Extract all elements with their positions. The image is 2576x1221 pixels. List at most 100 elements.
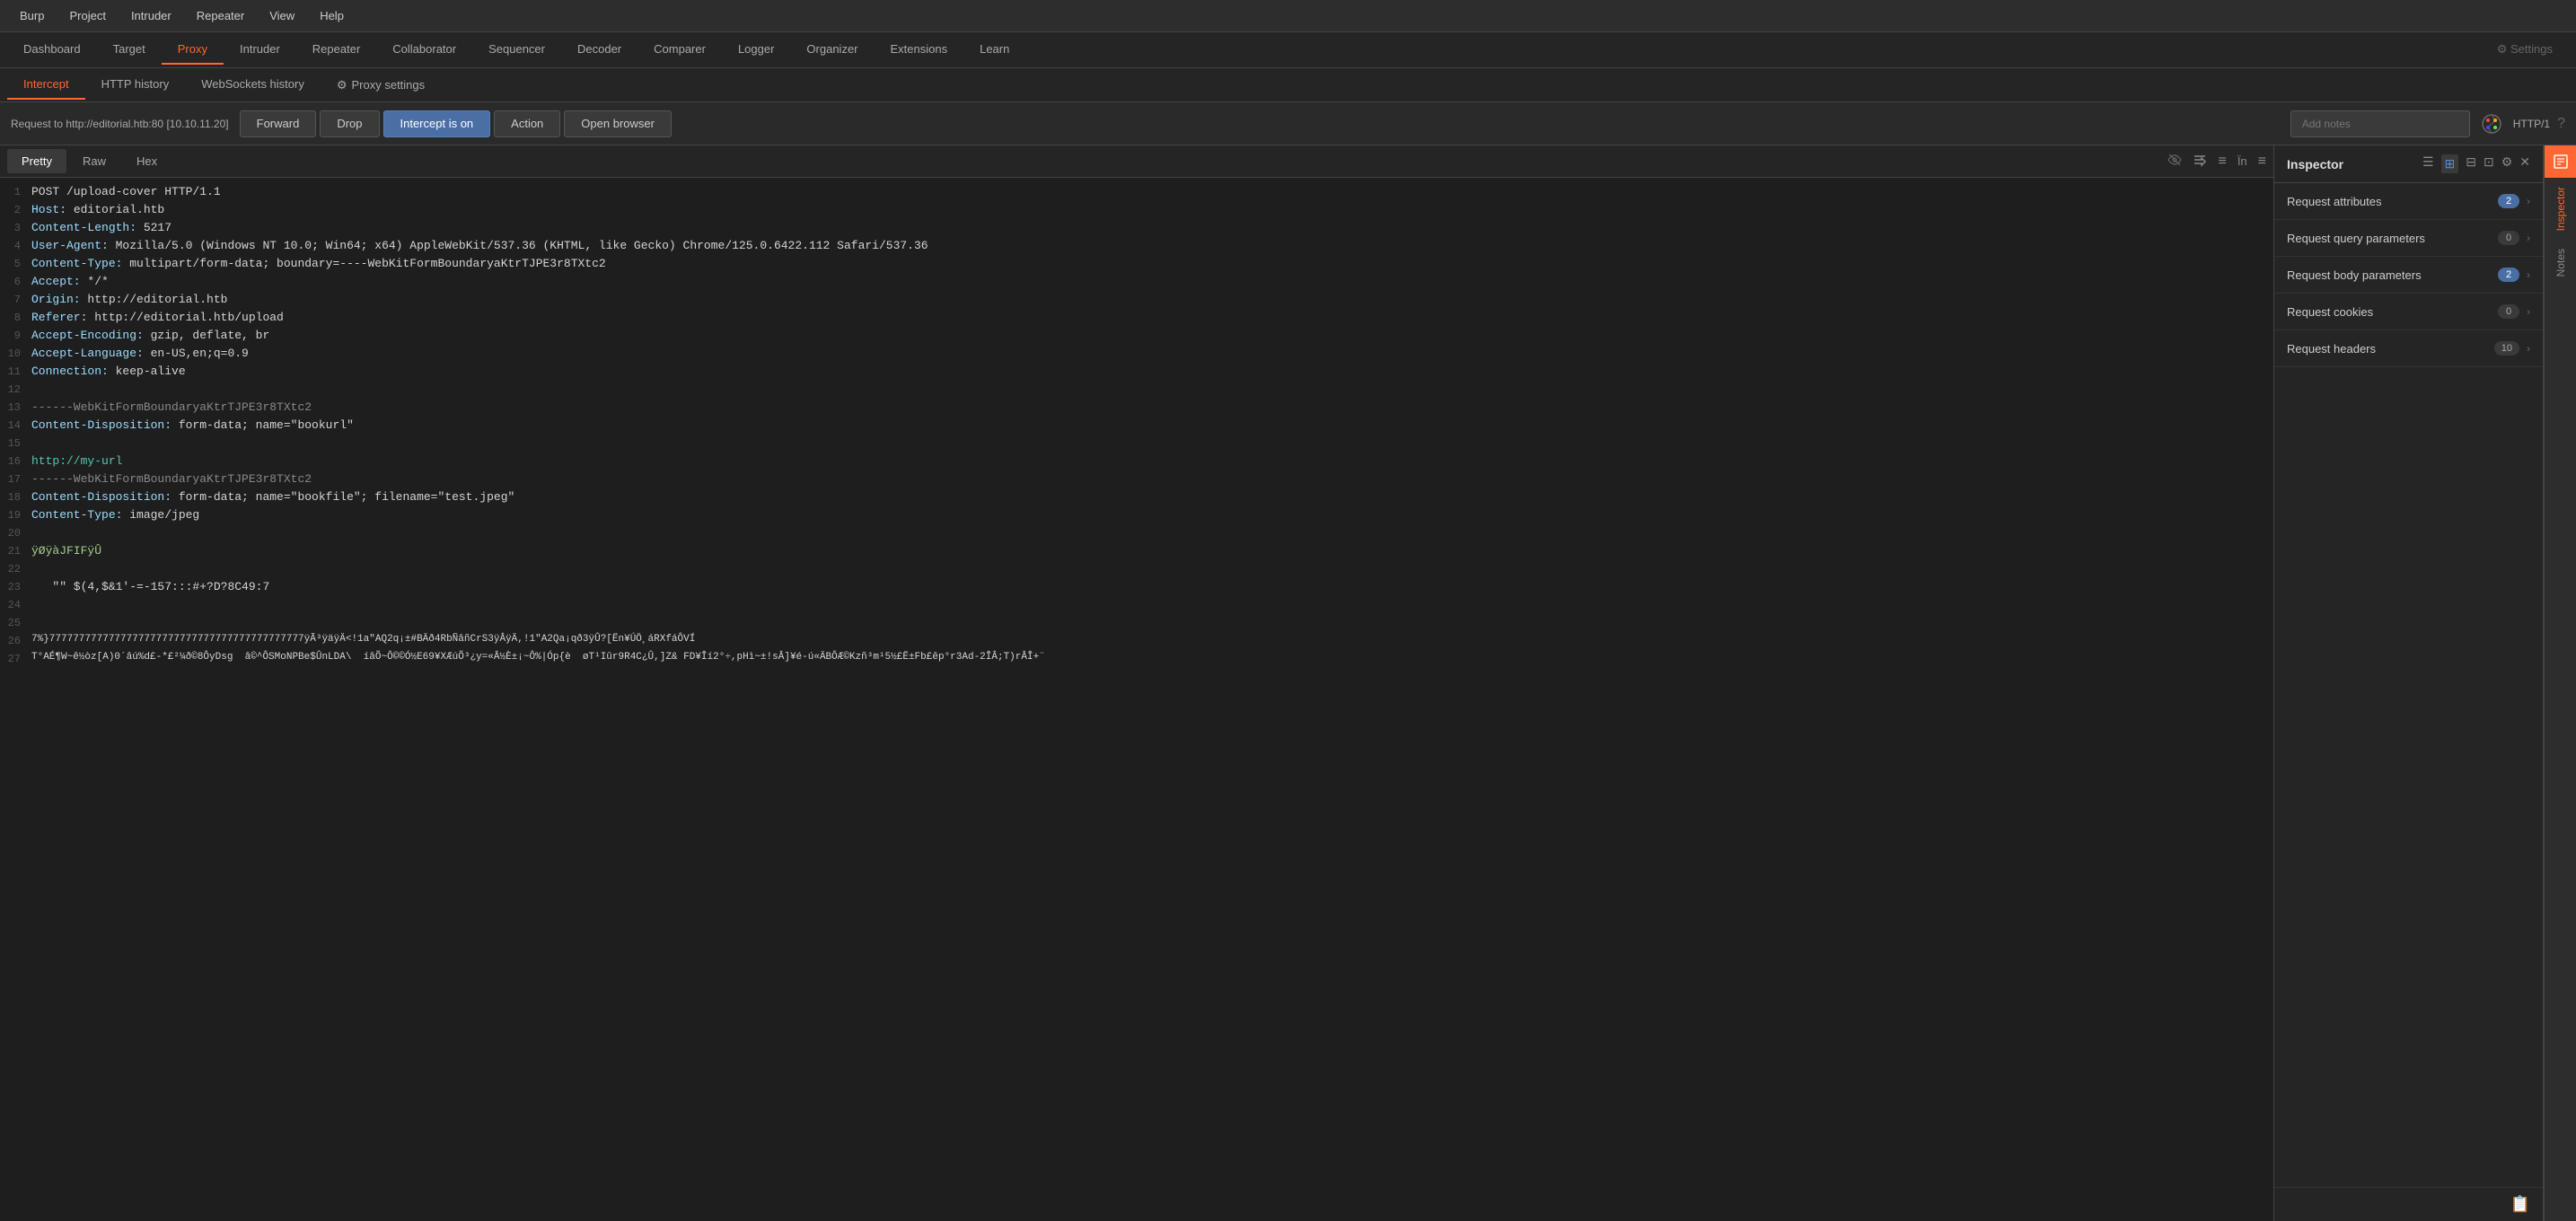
grid-view-icon[interactable]: ⊞ <box>2441 154 2459 173</box>
menu-help[interactable]: Help <box>307 5 356 26</box>
section-count-request-attributes: 2 <box>2498 194 2519 208</box>
code-line-13: 13 ------WebKitFormBoundaryaKtrTJPE3r8TX… <box>0 400 2273 418</box>
columns-icon[interactable]: ⊟ <box>2466 154 2476 173</box>
settings-label: Settings <box>2510 42 2553 56</box>
menu-burp[interactable]: Burp <box>7 5 57 26</box>
more-icon[interactable]: ≡ <box>2258 154 2266 170</box>
menu-repeater[interactable]: Repeater <box>184 5 257 26</box>
chevron-down-icon-4: › <box>2527 342 2530 355</box>
editor-area: Pretty Raw Hex ≡ Ïn ≡ 1 POST /uploa <box>0 145 2274 1221</box>
main-area: Pretty Raw Hex ≡ Ïn ≡ 1 POST /uploa <box>0 145 2576 1221</box>
proxy-settings-label: Proxy settings <box>352 78 426 92</box>
code-line-4: 4 User-Agent: Mozilla/5.0 (Windows NT 10… <box>0 239 2273 257</box>
inspector-close-icon[interactable]: ✕ <box>2519 154 2530 173</box>
editor-tab-group: Pretty Raw Hex <box>7 149 171 173</box>
section-label-body-params: Request body parameters <box>2287 268 2498 282</box>
settings-icon-area[interactable]: ⚙ Settings <box>2481 35 2569 66</box>
code-line-16: 16 http://my-url <box>0 454 2273 472</box>
proxy-settings-tab[interactable]: ⚙ Proxy settings <box>321 71 441 100</box>
editor-tabs: Pretty Raw Hex ≡ Ïn ≡ <box>0 145 2273 178</box>
code-line-18: 18 Content-Disposition: form-data; name=… <box>0 490 2273 508</box>
code-line-12: 12 <box>0 382 2273 400</box>
open-browser-button[interactable]: Open browser <box>564 110 672 137</box>
code-line-14: 14 Content-Disposition: form-data; name=… <box>0 418 2273 436</box>
menu-view[interactable]: View <box>257 5 307 26</box>
inspector-header: Inspector ☰ ⊞ ⊟ ⊡ ⚙ ✕ <box>2274 145 2543 183</box>
section-count-body-params: 2 <box>2498 268 2519 282</box>
chevron-down-icon-1: › <box>2527 232 2530 244</box>
notes-sidebar-label[interactable]: Notes <box>2547 240 2574 285</box>
code-line-5: 5 Content-Type: multipart/form-data; bou… <box>0 257 2273 275</box>
inspector-sidebar-label[interactable]: Inspector <box>2547 178 2574 240</box>
wrap-icon[interactable] <box>2193 153 2207 170</box>
tab-decoder[interactable]: Decoder <box>561 35 637 65</box>
main-tab-bar: Dashboard Target Proxy Intruder Repeater… <box>0 32 2576 68</box>
tab-proxy[interactable]: Proxy <box>162 35 224 65</box>
chevron-down-icon-2: › <box>2527 268 2530 281</box>
section-label-cookies: Request cookies <box>2287 305 2498 319</box>
section-label-request-attributes: Request attributes <box>2287 195 2498 208</box>
code-line-22: 22 <box>0 562 2273 580</box>
code-line-25: 25 <box>0 616 2273 634</box>
right-sidebar: Inspector Notes <box>2544 145 2576 1221</box>
inspector-section-query-params[interactable]: Request query parameters 0 › <box>2274 220 2543 257</box>
gear-icon-proxy: ⚙ <box>337 78 347 92</box>
tab-learn[interactable]: Learn <box>963 35 1025 65</box>
inspector-gear-icon[interactable]: ⚙ <box>2501 154 2513 173</box>
tab-intruder[interactable]: Intruder <box>224 35 296 65</box>
tab-sequencer[interactable]: Sequencer <box>472 35 561 65</box>
menu-intruder[interactable]: Intruder <box>119 5 184 26</box>
code-line-9: 9 Accept-Encoding: gzip, deflate, br <box>0 329 2273 347</box>
inspector-section-request-attributes[interactable]: Request attributes 2 › <box>2274 183 2543 220</box>
section-label-query-params: Request query parameters <box>2287 232 2498 245</box>
tab-raw[interactable]: Raw <box>68 149 120 173</box>
inspector-title: Inspector <box>2287 157 2415 171</box>
tab-websockets-history[interactable]: WebSockets history <box>185 70 321 100</box>
code-editor[interactable]: 1 POST /upload-cover HTTP/1.1 2 Host: ed… <box>0 178 2273 1221</box>
tab-collaborator[interactable]: Collaborator <box>376 35 472 65</box>
color-icon-area <box>2481 113 2502 135</box>
help-icon: ? <box>2557 116 2565 132</box>
code-line-19: 19 Content-Type: image/jpeg <box>0 508 2273 526</box>
proxy-tab-bar: Intercept HTTP history WebSockets histor… <box>0 68 2576 102</box>
code-line-10: 10 Accept-Language: en-US,en;q=0.9 <box>0 347 2273 365</box>
tab-pretty[interactable]: Pretty <box>7 149 66 173</box>
tab-logger[interactable]: Logger <box>722 35 790 65</box>
intercept-button[interactable]: Intercept is on <box>383 110 491 137</box>
tab-repeater[interactable]: Repeater <box>296 35 376 65</box>
code-line-27: 27 T°AÉ¶W~ê½òz[A)0´âú%d£-*£²¼ð©8ÔyDsg â©… <box>0 652 2273 670</box>
tab-dashboard[interactable]: Dashboard <box>7 35 97 65</box>
add-notes-input[interactable] <box>2290 110 2470 137</box>
filter-icon[interactable]: ⊡ <box>2484 154 2494 173</box>
inspector-section-cookies[interactable]: Request cookies 0 › <box>2274 294 2543 330</box>
inspector-section-headers[interactable]: Request headers 10 › <box>2274 330 2543 367</box>
tab-organizer[interactable]: Organizer <box>790 35 874 65</box>
tab-extensions[interactable]: Extensions <box>875 35 964 65</box>
align-icon[interactable]: ≡ <box>2218 154 2226 170</box>
tab-intercept[interactable]: Intercept <box>7 70 85 100</box>
tab-comparer[interactable]: Comparer <box>637 35 722 65</box>
tab-http-history[interactable]: HTTP history <box>85 70 186 100</box>
code-line-15: 15 <box>0 436 2273 454</box>
color-palette-icon <box>2481 113 2502 135</box>
clipboard-icon[interactable]: 📋 <box>2510 1195 2530 1214</box>
tab-hex[interactable]: Hex <box>122 149 171 173</box>
inspector-icons: ☰ ⊞ ⊟ ⊡ ⚙ ✕ <box>2422 154 2530 173</box>
tab-target[interactable]: Target <box>97 35 162 65</box>
action-button[interactable]: Action <box>494 110 560 137</box>
format-icon[interactable]: Ïn <box>2238 154 2247 168</box>
section-count-query-params: 0 <box>2498 231 2519 245</box>
inspector-panel: Inspector ☰ ⊞ ⊟ ⊡ ⚙ ✕ Request attributes… <box>2274 145 2544 1221</box>
clipboard-area: 📋 <box>2274 1187 2543 1221</box>
inspector-section-body-params[interactable]: Request body parameters 2 › <box>2274 257 2543 294</box>
code-line-20: 20 <box>0 526 2273 544</box>
request-info: Request to http://editorial.htb:80 [10.1… <box>11 118 229 130</box>
drop-button[interactable]: Drop <box>320 110 379 137</box>
hide-icon[interactable] <box>2167 153 2182 170</box>
menu-project[interactable]: Project <box>57 5 118 26</box>
sidebar-inspector-icon[interactable] <box>2545 145 2576 178</box>
toolbar: Request to http://editorial.htb:80 [10.1… <box>0 102 2576 145</box>
forward-button[interactable]: Forward <box>240 110 317 137</box>
list-view-icon[interactable]: ☰ <box>2422 154 2434 173</box>
section-count-cookies: 0 <box>2498 304 2519 319</box>
